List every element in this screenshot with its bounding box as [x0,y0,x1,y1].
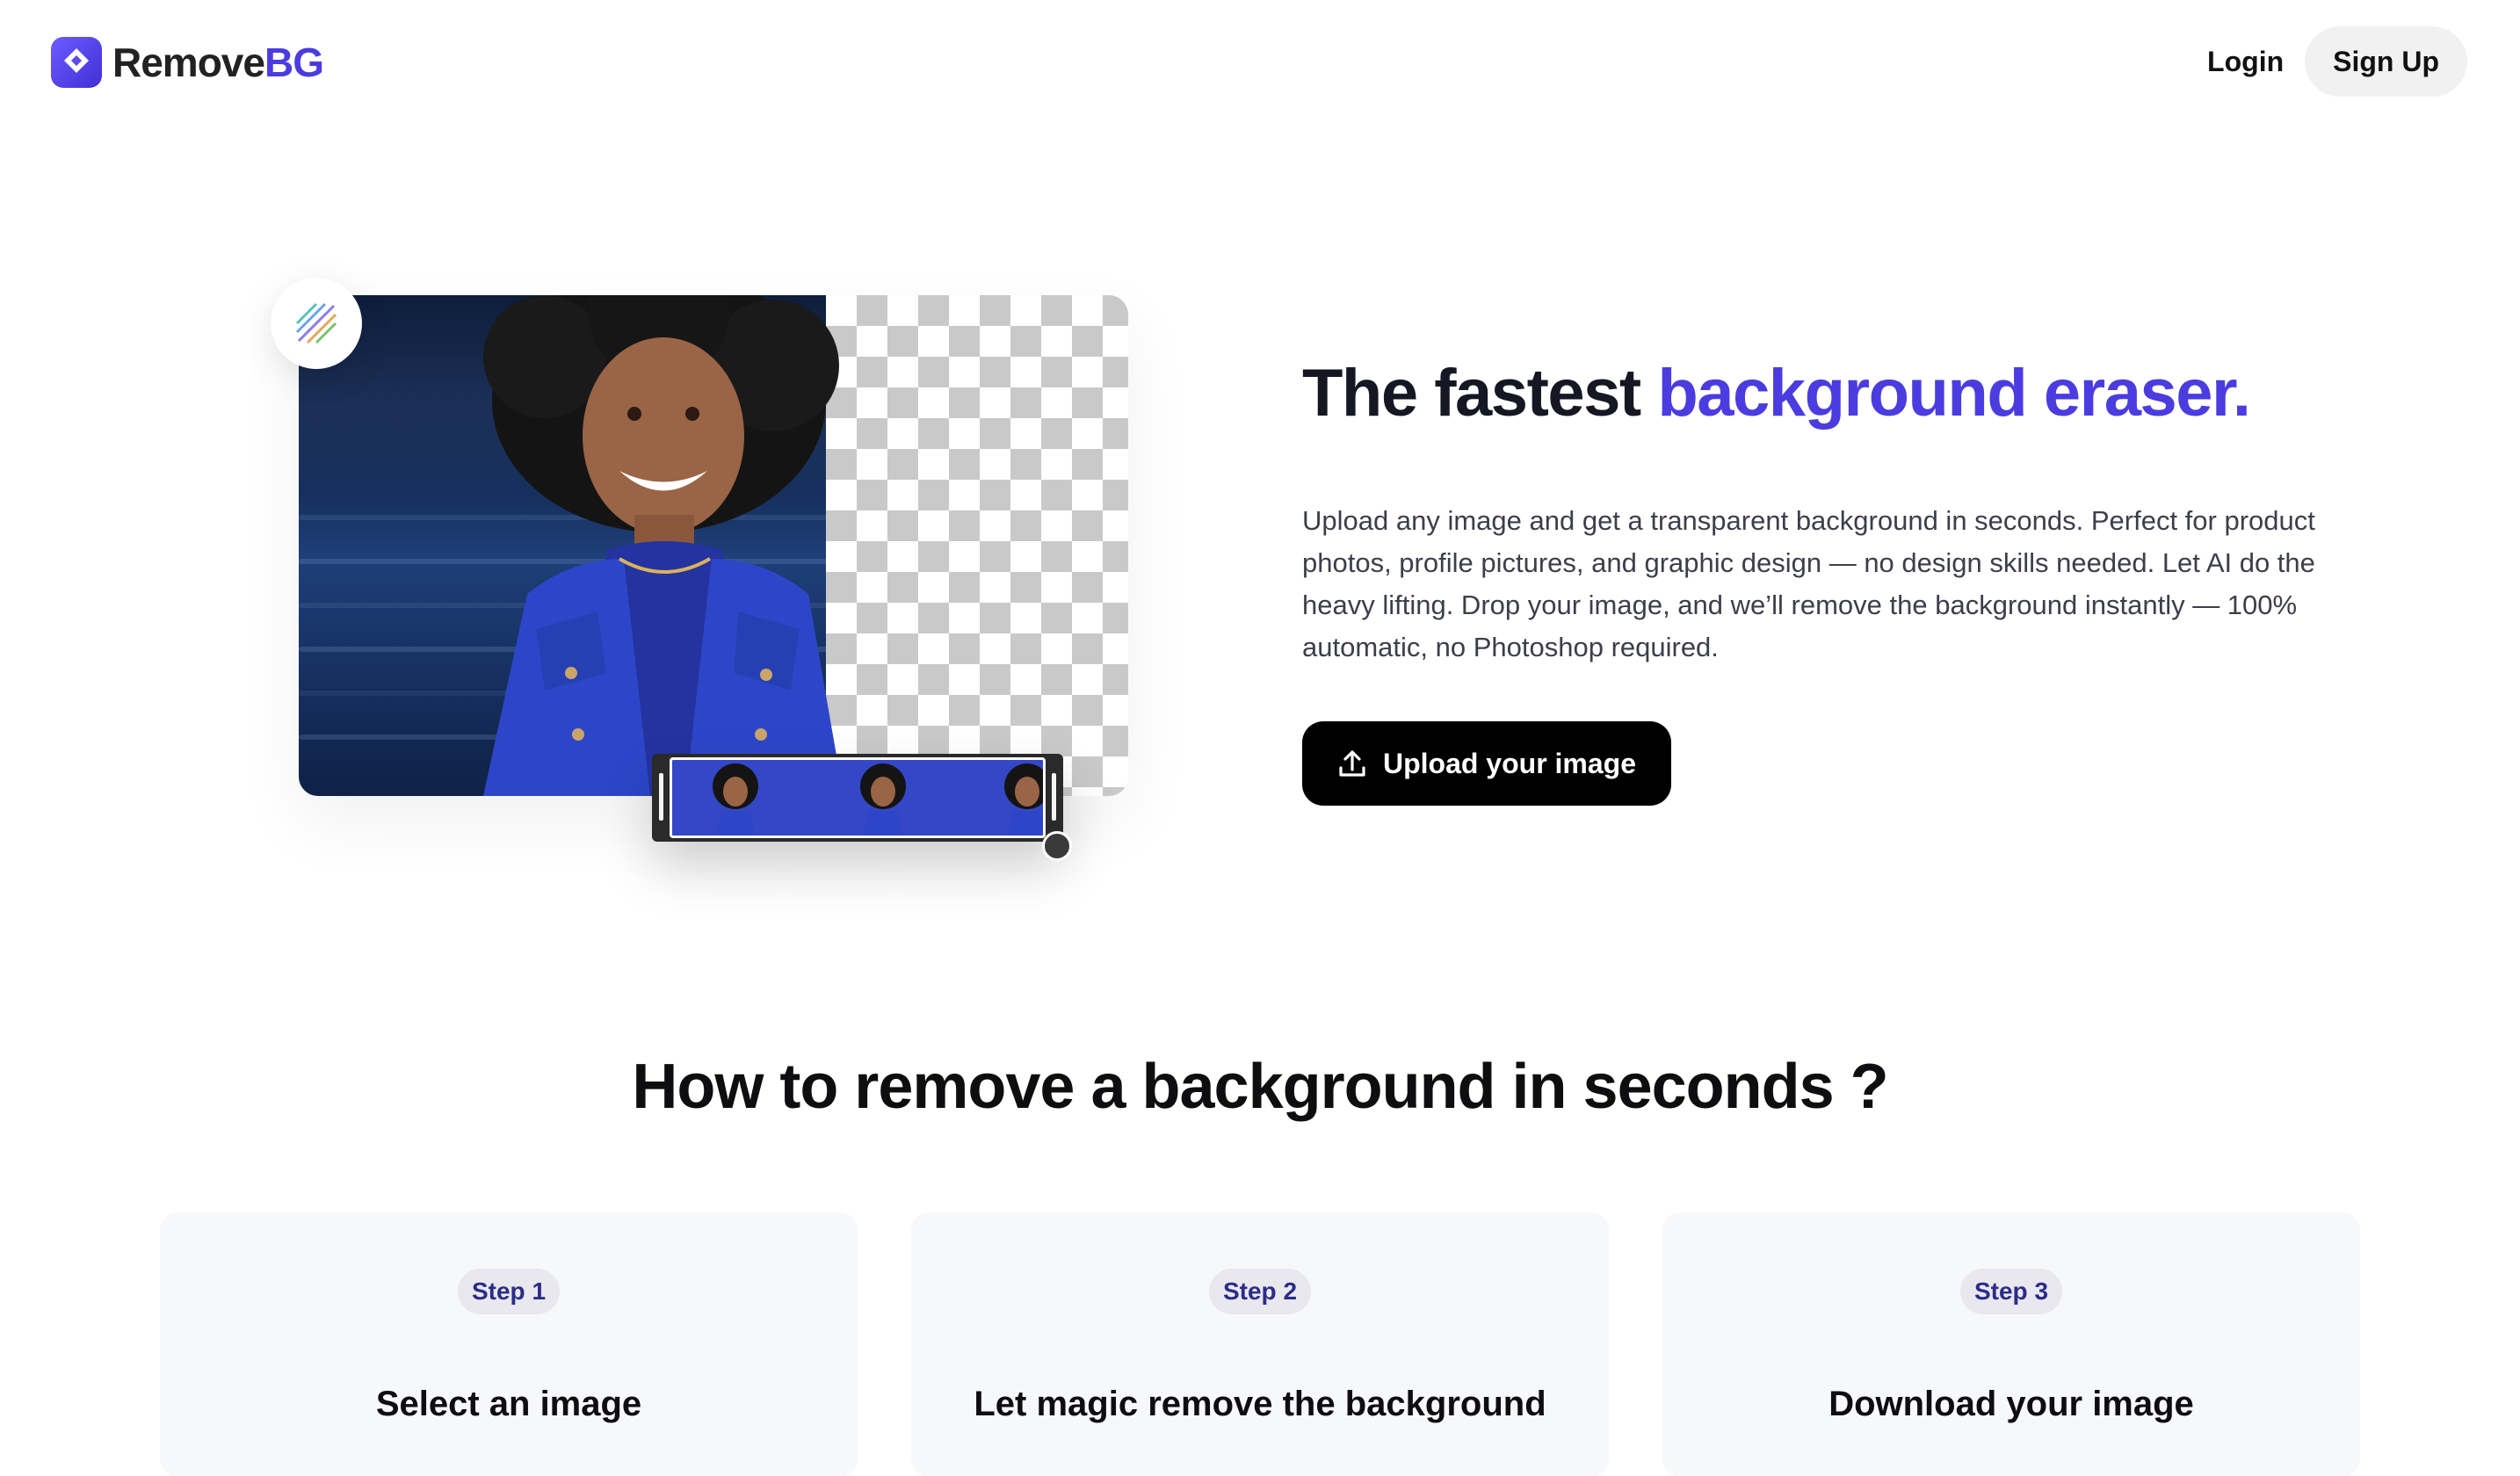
step-card: Step 3 Download your image [1662,1212,2360,1476]
eraser-tool-badge [271,278,362,369]
step-badge: Step 3 [1959,1269,2063,1314]
timeline-left-handle[interactable] [659,773,663,821]
upload-icon [1337,749,1367,778]
step-card: Step 1 Select an image [160,1212,858,1476]
howto-heading: How to remove a background in seconds ? [632,1052,1888,1122]
hero-title-plain: The fastest [1302,356,1658,430]
timeline-frames [670,757,1046,838]
frame-timeline-strip[interactable] [652,754,1072,861]
hero-title-accent: background eraser. [1657,356,2251,430]
steps-row: Step 1 Select an image Step 2 Let magic … [160,1212,2360,1476]
upload-image-button[interactable]: Upload your image [1302,721,1671,806]
login-link[interactable]: Login [2207,46,2284,78]
upload-button-label: Upload your image [1382,747,1637,779]
person-cutout [483,295,844,796]
brand-logo[interactable]: RemoveBG [51,35,324,90]
step-badge: Step 1 [457,1269,561,1314]
step-title: Let magic remove the background [974,1385,1546,1423]
step-title: Select an image [375,1385,642,1423]
hero-illustration [264,264,1142,896]
brand-name: RemoveBG [112,39,324,86]
timeline-thumbnails [713,763,1043,836]
top-header: RemoveBG Login Sign Up [0,0,2520,125]
brand-name-main: Remove [112,40,265,85]
removebg-logo-icon [51,37,102,88]
eraser-stripes-icon [295,302,337,344]
header-nav: Login Sign Up [2207,26,2467,97]
hero-copy: The fastest background eraser. Upload an… [1302,355,2339,806]
signup-button[interactable]: Sign Up [2305,26,2467,97]
timeline-right-handle[interactable] [1052,773,1056,821]
hero-description: Upload any image and get a transparent b… [1302,505,2315,662]
hero-title: The fastest background eraser. [1302,355,2339,431]
before-after-photo [299,295,1128,796]
step-card: Step 2 Let magic remove the background [911,1212,1609,1476]
step-title: Download your image [1828,1385,2194,1423]
timeline-playhead-knob[interactable] [1042,831,1072,861]
brand-name-accent: BG [264,40,324,85]
step-badge: Step 2 [1208,1269,1312,1314]
